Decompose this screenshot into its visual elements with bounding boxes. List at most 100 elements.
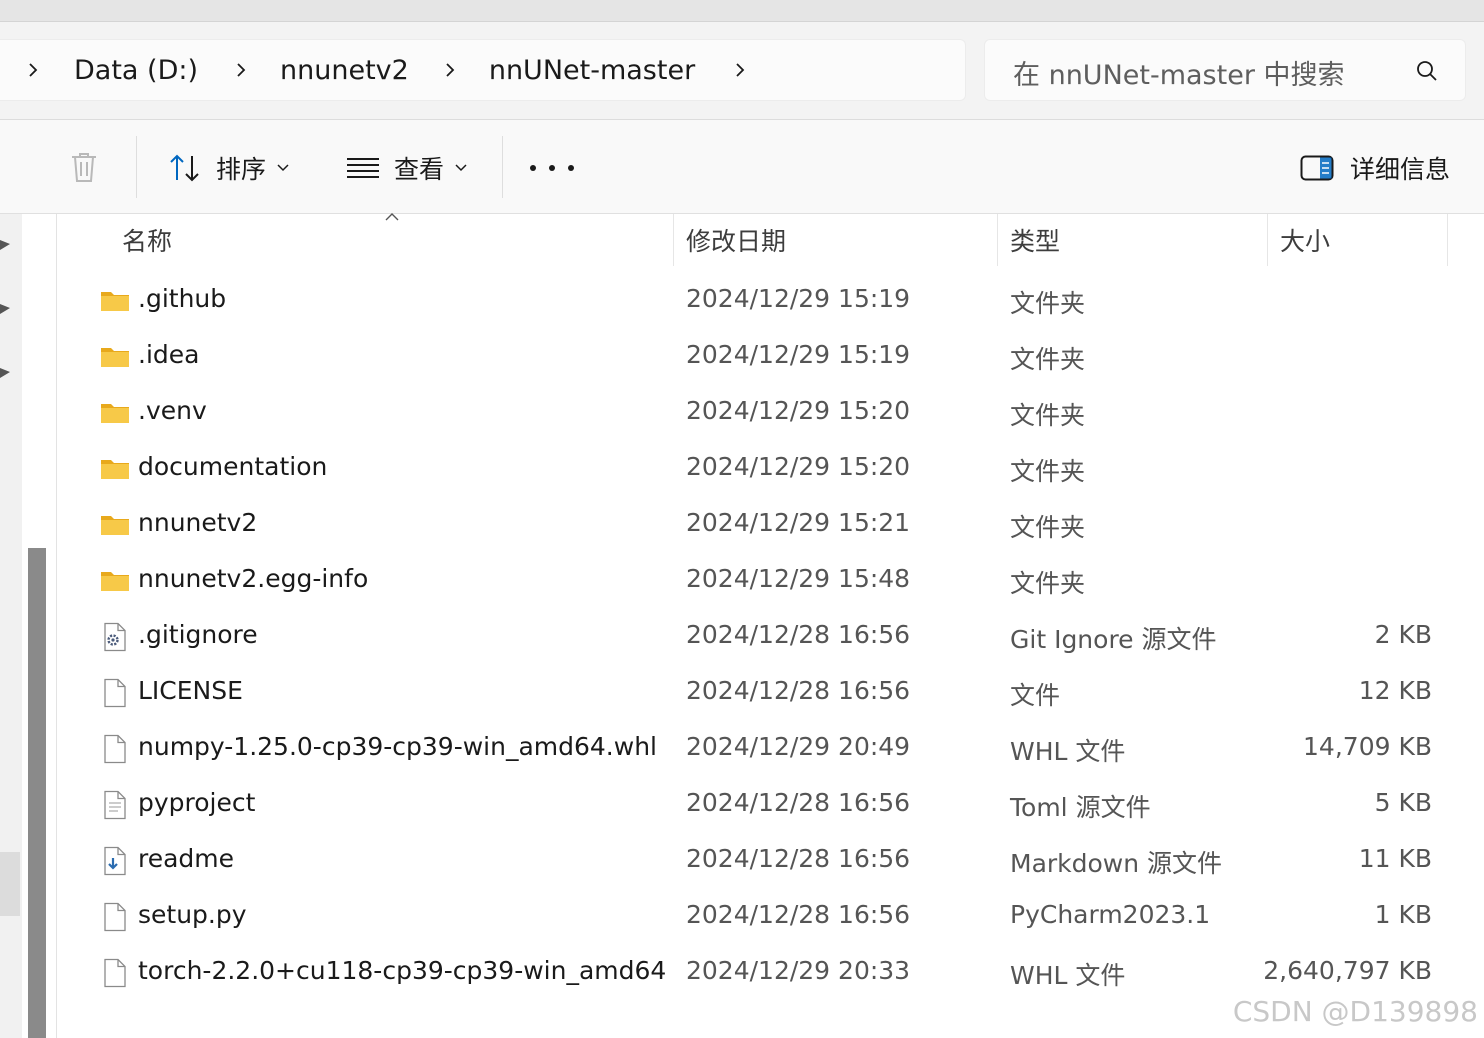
blank-file-icon — [100, 958, 130, 988]
folder-icon — [100, 398, 130, 428]
column-header-name[interactable]: 名称 — [122, 214, 172, 266]
chevron-right-icon[interactable] — [232, 61, 250, 79]
file-modified-date: 2024/12/29 15:19 — [686, 340, 911, 369]
file-name: torch-2.2.0+cu118-cp39-cp39-win_amd64...… — [138, 956, 668, 985]
file-modified-date: 2024/12/29 20:49 — [686, 732, 911, 761]
file-size: 11 KB — [1358, 844, 1432, 873]
pin-icon[interactable] — [0, 300, 14, 318]
file-modified-date: 2024/12/29 15:21 — [686, 508, 911, 537]
column-header-date[interactable]: 修改日期 — [686, 214, 786, 266]
file-row[interactable]: .gitignore 2024/12/28 16:56 Git Ignore 源文件… — [60, 610, 1460, 666]
chevron-down-icon — [455, 164, 467, 172]
breadcrumb[interactable]: Data (D:) nnunetv2 nnUNet-master — [0, 39, 966, 101]
file-modified-date: 2024/12/28 16:56 — [686, 844, 911, 873]
sort-ascending-icon — [385, 213, 399, 221]
chevron-down-icon — [277, 164, 289, 172]
view-button[interactable]: 查看 — [346, 148, 468, 188]
window-top-strip — [0, 0, 1484, 22]
more-options-button[interactable] — [530, 150, 574, 186]
breadcrumb-item-data-drive[interactable]: Data (D:) — [74, 55, 198, 86]
toolbar-divider — [136, 136, 137, 198]
search-icon[interactable] — [1415, 59, 1439, 83]
file-row[interactable]: .idea 2024/12/29 15:19 文件夹 — [60, 330, 1460, 386]
settings-file-icon — [100, 622, 130, 652]
file-name: setup.py — [138, 900, 247, 929]
file-modified-date: 2024/12/28 16:56 — [686, 676, 911, 705]
folder-icon — [100, 510, 130, 540]
folder-icon — [100, 286, 130, 316]
column-separator[interactable] — [673, 214, 674, 266]
pin-icon[interactable] — [0, 364, 14, 382]
file-row[interactable]: numpy-1.25.0-cp39-cp39-win_amd64.whl 2024… — [60, 722, 1460, 778]
file-type: 文件夹 — [1010, 569, 1086, 598]
file-name: .github — [138, 284, 227, 313]
file-name: numpy-1.25.0-cp39-cp39-win_amd64.whl — [138, 732, 657, 761]
file-type: 文件夹 — [1010, 513, 1086, 542]
file-name: .idea — [138, 340, 200, 369]
file-row[interactable]: pyproject 2024/12/28 16:56 Toml 源文件 5 KB — [60, 778, 1460, 834]
file-name: .gitignore — [138, 620, 258, 649]
more-icon — [530, 165, 536, 171]
column-header-type[interactable]: 类型 — [1010, 214, 1060, 266]
file-row[interactable]: setup.py 2024/12/28 16:56 PyCharm2023.1 1 K… — [60, 890, 1460, 946]
column-header-size[interactable]: 大小 — [1280, 214, 1330, 266]
more-icon-dot — [568, 165, 574, 171]
file-type: 文件夹 — [1010, 401, 1086, 430]
file-row[interactable]: .github 2024/12/29 15:19 文件夹 — [60, 274, 1460, 330]
file-type: Markdown 源文件 — [1010, 849, 1223, 878]
delete-icon[interactable] — [68, 150, 100, 184]
file-modified-date: 2024/12/29 15:20 — [686, 452, 911, 481]
file-row[interactable]: nnunetv2.egg-info 2024/12/29 15:48 文件夹 — [60, 554, 1460, 610]
breadcrumb-item-nnunetv2[interactable]: nnunetv2 — [280, 55, 409, 86]
folder-icon — [100, 454, 130, 484]
breadcrumb-item-nnunet-master[interactable]: nnUNet-master — [489, 55, 695, 86]
pin-icon[interactable] — [0, 236, 14, 254]
file-modified-date: 2024/12/29 15:20 — [686, 396, 911, 425]
file-row[interactable]: torch-2.2.0+cu118-cp39-cp39-win_amd64...… — [60, 946, 1460, 1002]
file-row[interactable]: LICENSE 2024/12/28 16:56 文件 12 KB — [60, 666, 1460, 722]
file-row[interactable]: nnunetv2 2024/12/29 15:21 文件夹 — [60, 498, 1460, 554]
view-label: 查看 — [394, 155, 445, 184]
toolbar-divider — [502, 136, 503, 198]
nav-selected-item[interactable] — [0, 852, 20, 916]
blank-file-icon — [100, 678, 130, 708]
file-size: 12 KB — [1358, 676, 1432, 705]
column-separator[interactable] — [1447, 214, 1448, 266]
file-row[interactable]: readme 2024/12/28 16:56 Markdown 源文件 11 KB — [60, 834, 1460, 890]
text-file-icon — [100, 790, 130, 820]
details-pane-button[interactable]: 详细信息 — [1300, 148, 1460, 188]
column-separator[interactable] — [1267, 214, 1268, 266]
file-size: 2,640,797 KB — [1263, 956, 1432, 985]
address-bar-row: Data (D:) nnunetv2 nnUNet-master 在 nnUNe… — [0, 22, 1484, 120]
markdown-file-icon — [100, 846, 130, 876]
file-type: 文件夹 — [1010, 345, 1086, 374]
search-input[interactable]: 在 nnUNet-master 中搜索 — [984, 39, 1466, 101]
file-type: Toml 源文件 — [1010, 793, 1151, 822]
file-name: nnunetv2 — [138, 508, 258, 537]
file-name: pyproject — [138, 788, 256, 817]
file-name: .venv — [138, 396, 207, 425]
file-row[interactable]: documentation 2024/12/29 15:20 文件夹 — [60, 442, 1460, 498]
file-size: 1 KB — [1374, 900, 1432, 929]
file-row[interactable]: .venv 2024/12/29 15:20 文件夹 — [60, 386, 1460, 442]
more-icon-dot — [549, 165, 555, 171]
details-pane-icon — [1300, 155, 1334, 181]
view-list-icon — [347, 158, 379, 178]
nav-scrollbar[interactable] — [28, 548, 46, 1038]
folder-icon — [100, 342, 130, 372]
file-type: PyCharm2023.1 — [1010, 900, 1211, 929]
file-name: nnunetv2.egg-info — [138, 564, 369, 593]
file-type: 文件夹 — [1010, 457, 1086, 486]
sort-label: 排序 — [216, 155, 267, 184]
file-modified-date: 2024/12/28 16:56 — [686, 900, 911, 929]
column-separator[interactable] — [997, 214, 998, 266]
file-list: .github 2024/12/29 15:19 文件夹 .idea 2024/12/2… — [60, 274, 1460, 1002]
file-type: 文件 — [1010, 681, 1061, 710]
sort-button[interactable]: 排序 — [168, 148, 290, 188]
pane-divider[interactable] — [56, 214, 57, 1038]
sort-icon — [170, 154, 199, 182]
chevron-right-icon[interactable] — [731, 61, 749, 79]
chevron-right-icon[interactable] — [24, 61, 42, 79]
chevron-right-icon[interactable] — [441, 61, 459, 79]
command-bar: 排序 查看 详细信息 — [0, 120, 1484, 214]
